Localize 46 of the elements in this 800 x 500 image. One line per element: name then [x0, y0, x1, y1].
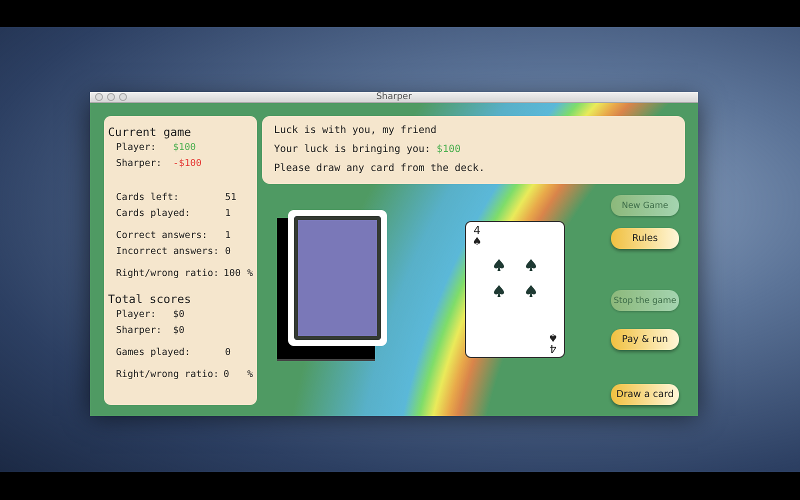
stat-label: Games played:	[116, 346, 192, 360]
card-suit: ♠	[472, 236, 482, 247]
message-text: Your luck is bringing you:	[274, 143, 431, 157]
stat-value: $0	[173, 308, 184, 322]
spade-icon	[494, 285, 504, 297]
stat-label: Sharper:	[116, 157, 163, 171]
action-button[interactable]: Draw a card	[611, 384, 679, 405]
card-deck[interactable]	[277, 210, 388, 359]
section-heading: Total scores	[108, 292, 192, 306]
stat-label: Correct answers:	[116, 229, 209, 243]
action-button[interactable]: Rules	[611, 228, 679, 249]
stat-label: Player:	[116, 308, 158, 322]
action-button[interactable]: Pay & run	[611, 329, 679, 350]
window-title: Sharper	[375, 92, 413, 102]
stat-value: $0	[173, 324, 184, 338]
stat-value: 100	[224, 267, 242, 281]
stat-label: Right/wrong ratio:	[116, 267, 220, 281]
stat-label: Sharper:	[116, 324, 163, 338]
stat-label: Cards left:	[116, 191, 180, 205]
stat-label: Player:	[116, 141, 158, 155]
card-suit: ♠	[548, 332, 558, 343]
message-amount: $100	[436, 143, 461, 157]
spade-icon	[494, 259, 504, 271]
stat-value: 1	[225, 207, 231, 221]
message-text: Luck is with you, my friend	[274, 124, 437, 138]
stat-label: Incorrect answers:	[116, 245, 220, 259]
spade-icon	[526, 285, 536, 297]
close-button[interactable]	[95, 93, 103, 101]
stat-value: $100	[173, 141, 196, 155]
stat-value: 1	[225, 229, 231, 243]
stat-label: Cards played:	[116, 207, 192, 221]
card-rank: 4	[550, 343, 556, 354]
message-text: Please draw any card from the deck.	[274, 162, 485, 176]
stat-unit: %	[247, 368, 253, 382]
spade-icon	[526, 259, 536, 271]
section-heading: Current game	[108, 125, 192, 139]
stat-value: 0	[225, 346, 231, 360]
minimize-button[interactable]	[107, 93, 115, 101]
stat-unit: %	[247, 267, 253, 281]
stat-value: -$100	[173, 157, 202, 171]
stat-value: 0	[224, 368, 230, 382]
stat-label: Right/wrong ratio:	[116, 368, 220, 382]
stat-value: 0	[225, 245, 231, 259]
zoom-button[interactable]	[119, 93, 127, 101]
stat-value: 51	[225, 191, 236, 205]
card-rank: 4	[474, 225, 480, 236]
